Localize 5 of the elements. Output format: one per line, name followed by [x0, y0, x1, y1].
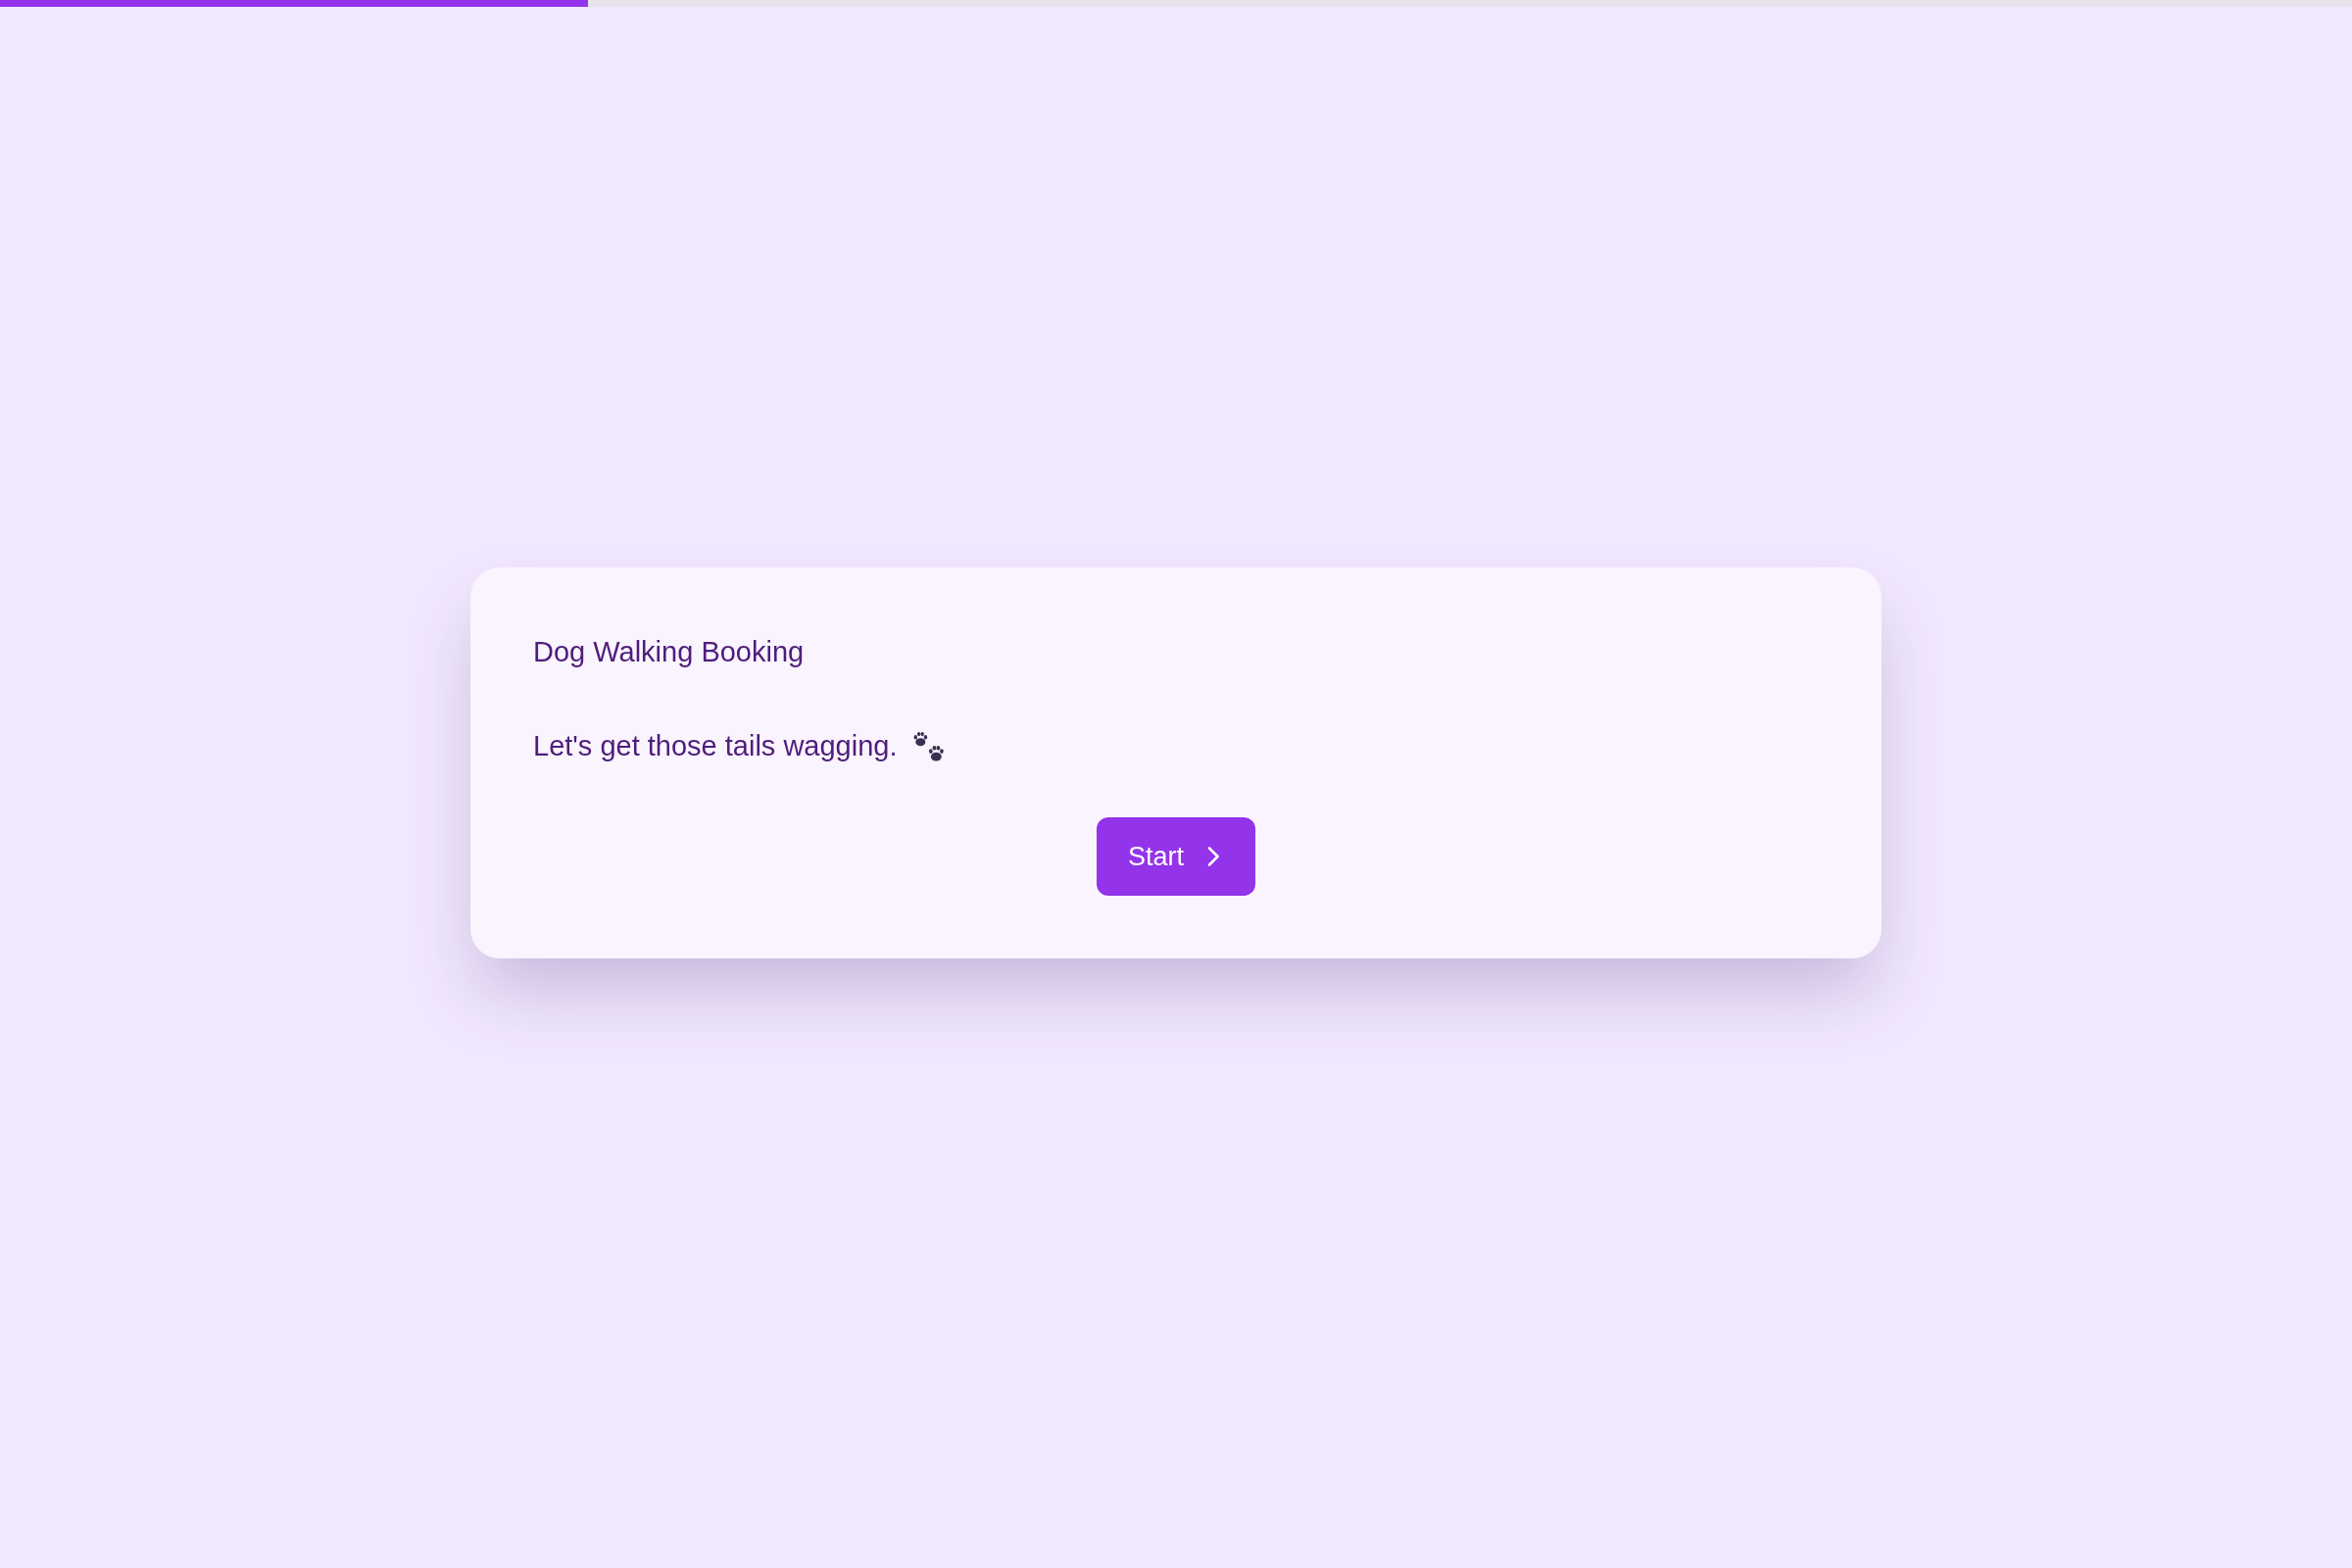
tagline-text: Let's get those tails wagging. [533, 729, 898, 763]
start-button[interactable]: Start [1097, 817, 1255, 896]
paw-prints-icon [912, 731, 945, 761]
chevron-right-icon [1207, 847, 1220, 866]
card-title: Dog Walking Booking [533, 635, 805, 669]
